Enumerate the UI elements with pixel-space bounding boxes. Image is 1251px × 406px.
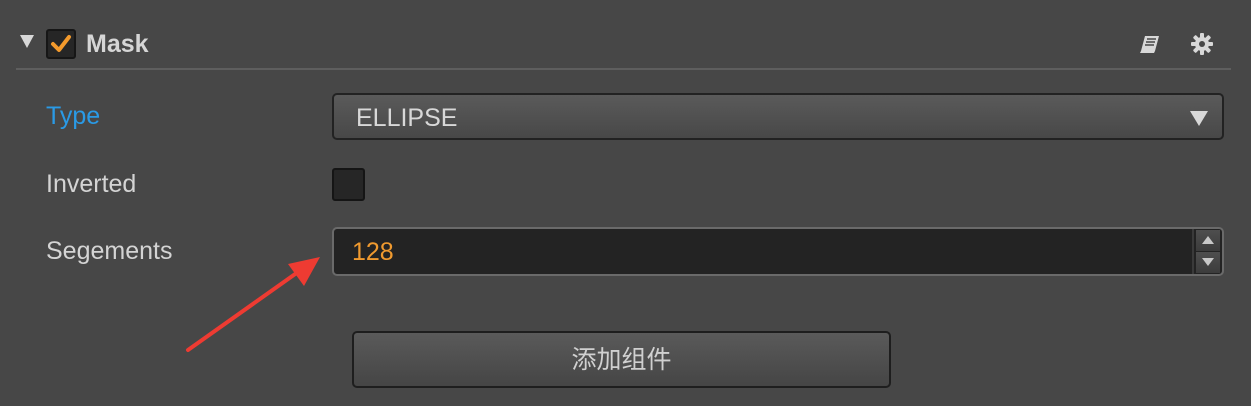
- decrement-button[interactable]: [1196, 252, 1220, 273]
- segments-label: Segements: [46, 237, 173, 265]
- type-dropdown-value: ELLIPSE: [356, 104, 458, 132]
- segments-spinner: [1192, 229, 1222, 274]
- book-icon[interactable]: [1139, 34, 1161, 59]
- inverted-checkbox[interactable]: [332, 168, 365, 201]
- checkmark-icon: [51, 35, 71, 52]
- component-title: Mask: [86, 30, 149, 58]
- gear-icon[interactable]: [1191, 33, 1213, 60]
- increment-button[interactable]: [1196, 230, 1220, 251]
- inspector-panel: Mask Type ELLIPSE Inverted Segements 128…: [0, 0, 1251, 406]
- inverted-label: Inverted: [46, 170, 137, 198]
- add-component-button[interactable]: 添加组件: [352, 331, 891, 388]
- component-header: Mask: [16, 24, 1231, 70]
- type-label: Type: [46, 102, 101, 130]
- chevron-down-icon[interactable]: [20, 35, 34, 48]
- caret-down-icon: [1190, 111, 1208, 126]
- type-dropdown[interactable]: ELLIPSE: [332, 93, 1224, 140]
- segments-value: 128: [352, 238, 394, 266]
- red-arrow-icon: [186, 257, 320, 352]
- component-enabled-checkbox[interactable]: [46, 29, 76, 59]
- segments-number-input[interactable]: 128: [332, 227, 1224, 276]
